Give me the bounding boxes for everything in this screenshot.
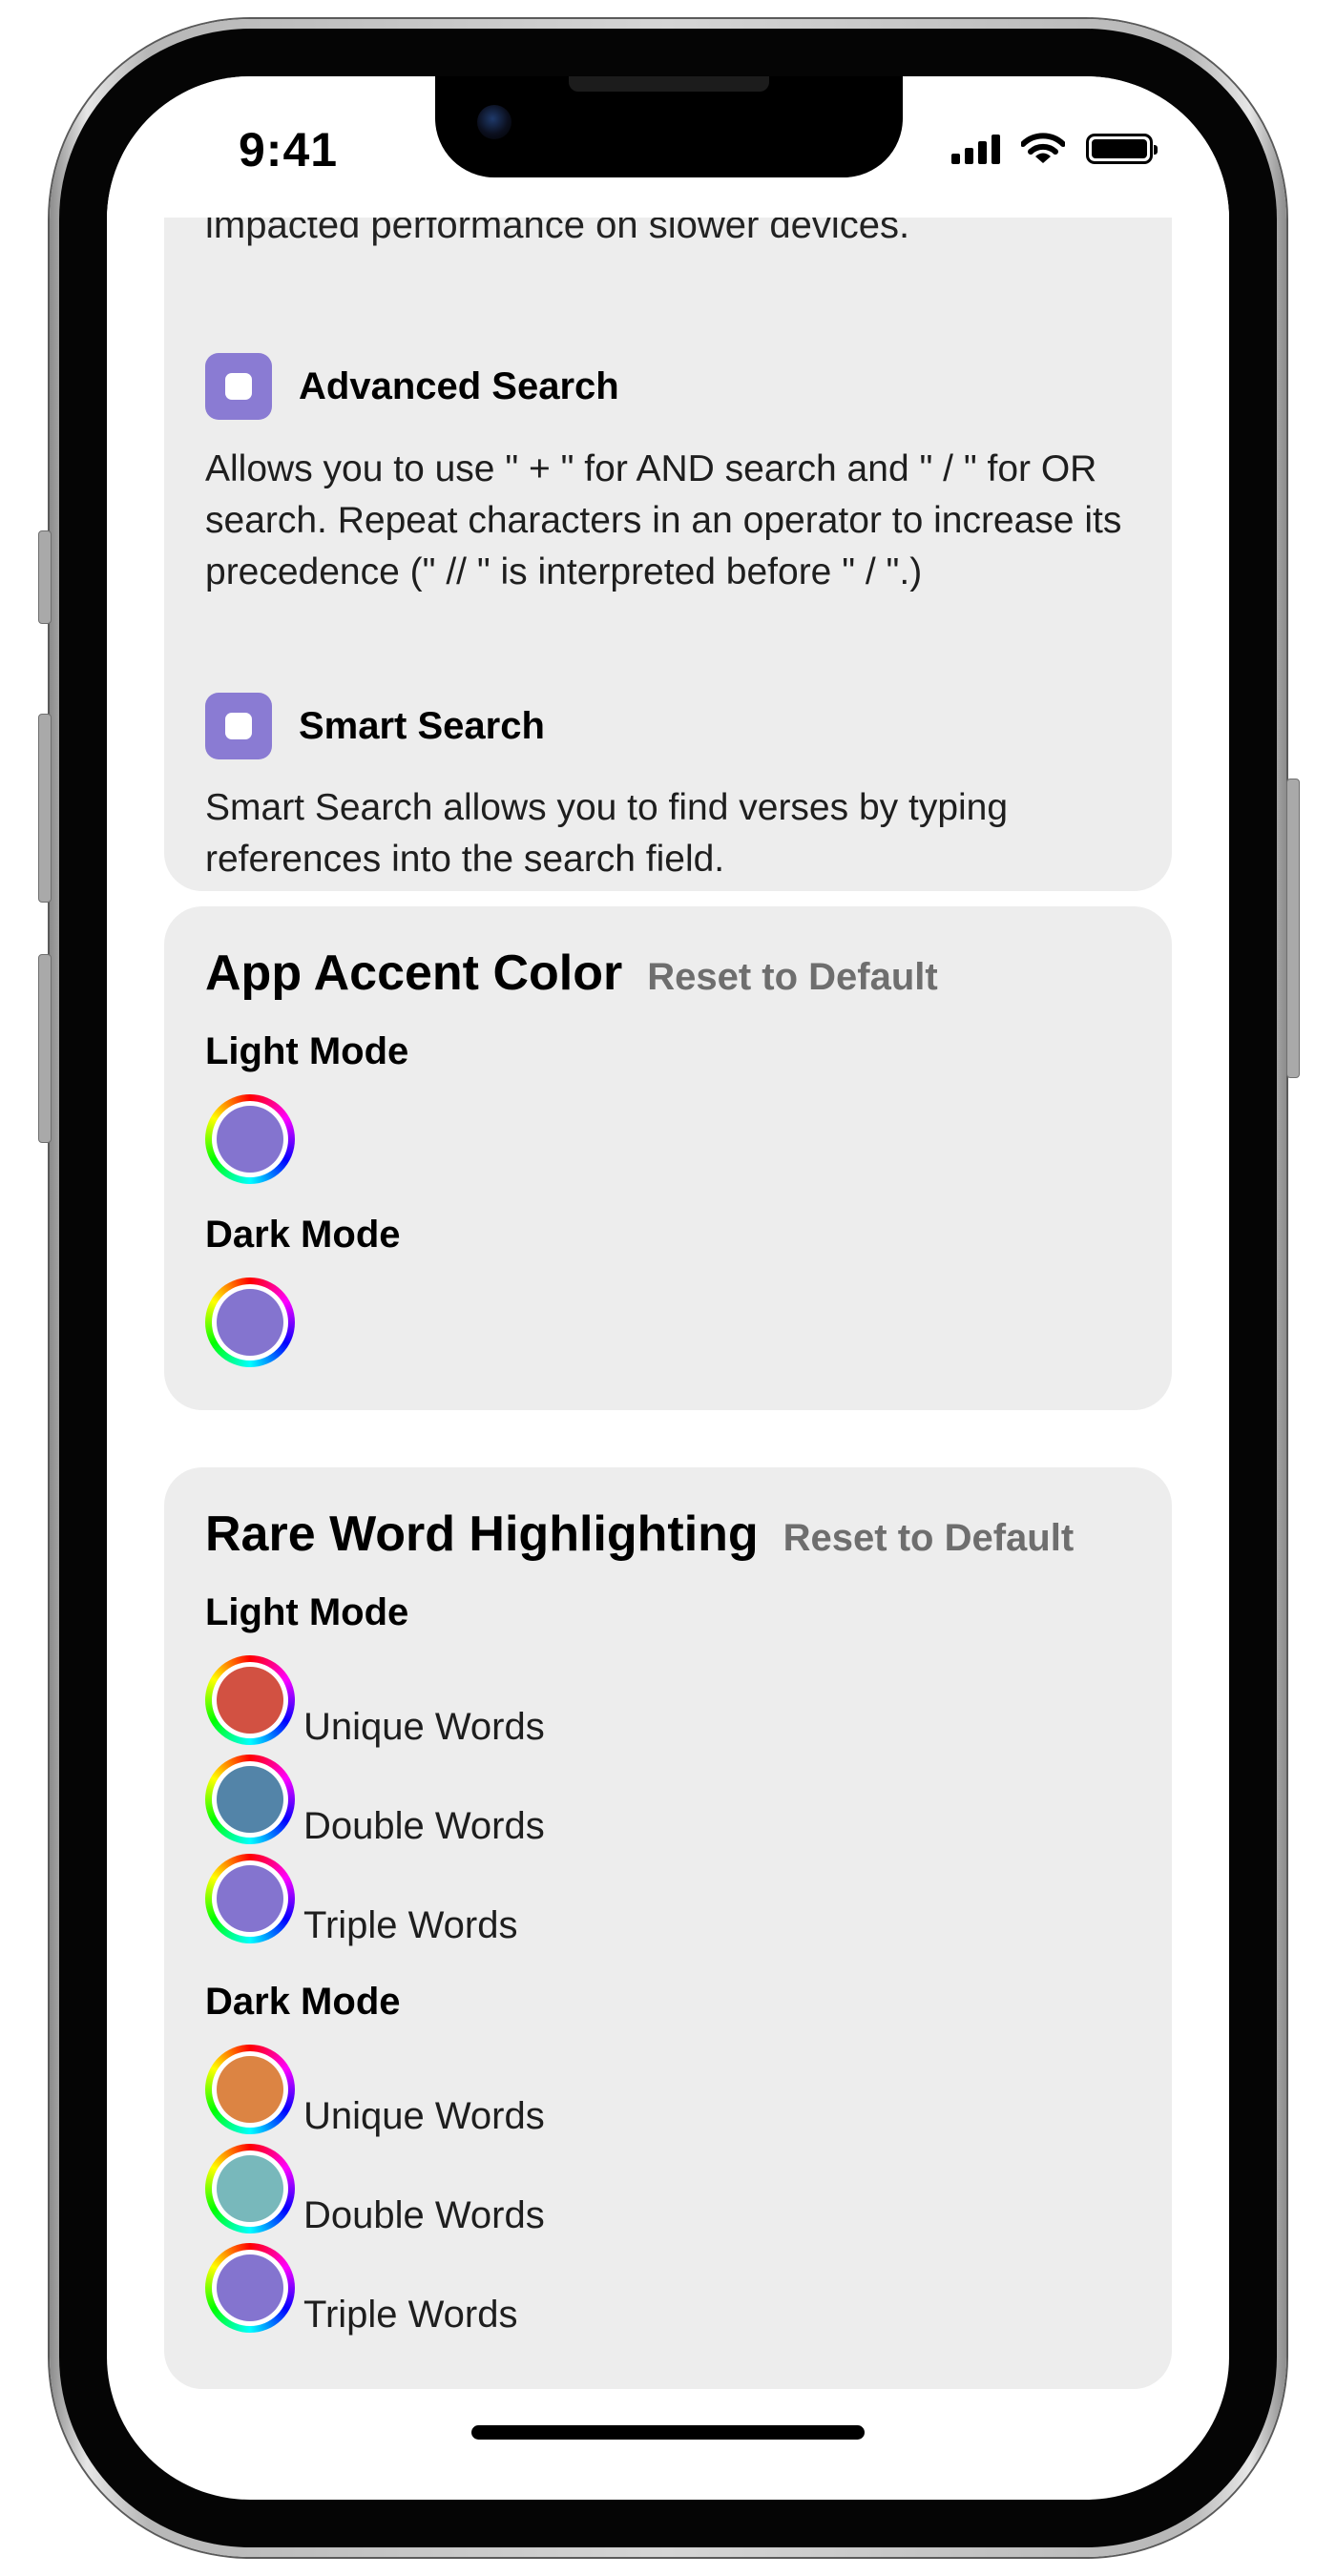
advanced-search-checkbox[interactable] [205, 353, 272, 420]
dark-triple-words-swatch [217, 2254, 283, 2321]
status-icons [951, 130, 1158, 168]
advanced-search-option[interactable]: Advanced Search [205, 353, 619, 420]
accent-header: App Accent Color Reset to Default [205, 945, 938, 1002]
accent-light-mode-label: Light Mode [205, 1030, 409, 1072]
accent-light-color-picker[interactable] [205, 1094, 295, 1184]
rare-word-header: Rare Word Highlighting Reset to Default [205, 1506, 1074, 1563]
smart-search-label: Smart Search [299, 704, 545, 747]
advanced-search-description: Allows you to use " + " for AND search a… [205, 448, 1122, 592]
accent-reset-button[interactable]: Reset to Default [647, 956, 938, 999]
dark-unique-words-picker[interactable] [205, 2045, 295, 2134]
dark-double-words-picker[interactable] [205, 2144, 295, 2233]
rare-dark-mode-label: Dark Mode [205, 1981, 401, 2023]
dark-double-words-label: Double Words [303, 2194, 545, 2236]
dark-triple-words-picker[interactable] [205, 2243, 295, 2333]
checkbox-box-icon [225, 373, 252, 400]
light-unique-words-picker[interactable] [205, 1655, 295, 1745]
accent-dark-color-picker[interactable] [205, 1278, 295, 1367]
light-unique-words-swatch [217, 1667, 283, 1734]
rare-word-title: Rare Word Highlighting [205, 1506, 759, 1562]
settings-content: impacted performance on slower devices. … [107, 76, 1229, 2500]
battery-icon [1086, 134, 1158, 164]
accent-dark-mode-label: Dark Mode [205, 1214, 401, 1256]
advanced-search-label: Advanced Search [299, 364, 619, 407]
checkbox-box-icon [225, 713, 252, 739]
rare-light-mode-label: Light Mode [205, 1591, 409, 1633]
power-button [1286, 779, 1300, 1078]
smart-search-checkbox[interactable] [205, 693, 272, 759]
rare-word-reset-button[interactable]: Reset to Default [783, 1517, 1075, 1560]
volume-up-button [38, 714, 52, 903]
light-double-words-label: Double Words [303, 1805, 545, 1847]
cellular-signal-icon [951, 134, 1000, 164]
light-triple-words-label: Triple Words [303, 1904, 518, 1946]
dark-unique-words-label: Unique Words [303, 2095, 545, 2137]
screen: impacted performance on slower devices. … [107, 76, 1229, 2500]
light-double-words-swatch [217, 1766, 283, 1833]
speaker-grille [569, 76, 769, 92]
volume-down-button [38, 954, 52, 1143]
rare-word-highlighting-card: Rare Word Highlighting Reset to Default … [164, 1467, 1172, 2389]
dark-triple-words-label: Triple Words [303, 2294, 518, 2336]
front-camera-icon [477, 105, 511, 139]
status-time: 9:41 [239, 123, 339, 177]
accent-title: App Accent Color [205, 945, 623, 1001]
light-triple-words-picker[interactable] [205, 1854, 295, 1943]
light-double-words-picker[interactable] [205, 1755, 295, 1844]
accent-dark-color-swatch [217, 1289, 283, 1356]
accent-light-color-swatch [217, 1106, 283, 1173]
wifi-icon [1021, 133, 1065, 163]
smart-search-description: Smart Search allows you to find verses b… [205, 787, 1009, 880]
silent-switch [38, 530, 52, 624]
home-indicator[interactable] [471, 2425, 865, 2440]
dark-unique-words-swatch [217, 2056, 283, 2123]
app-accent-color-card: App Accent Color Reset to Default Light … [164, 906, 1172, 1410]
light-unique-words-label: Unique Words [303, 1706, 545, 1748]
smart-search-option[interactable]: Smart Search [205, 693, 545, 759]
dark-double-words-swatch [217, 2155, 283, 2222]
light-triple-words-swatch [217, 1865, 283, 1932]
search-options-card: impacted performance on slower devices. … [164, 114, 1172, 891]
notch [435, 76, 903, 177]
